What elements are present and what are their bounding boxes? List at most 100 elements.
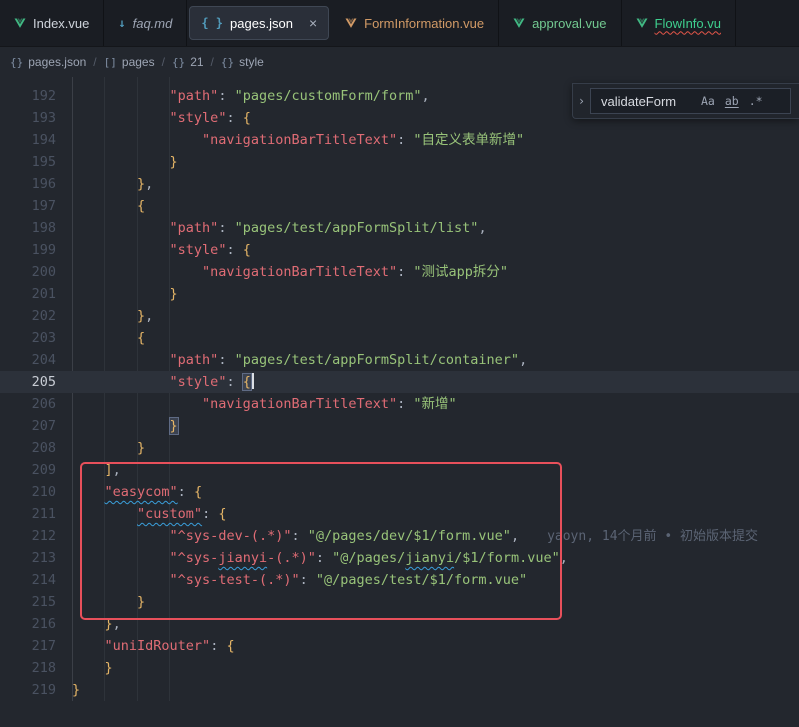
- line-number: 195: [0, 151, 56, 173]
- tab-approval-vue[interactable]: approval.vue: [499, 0, 621, 46]
- line-number: 206: [0, 393, 56, 415]
- toggle-replace-chevron-icon[interactable]: ›: [573, 94, 590, 108]
- code-text: "custom": {: [72, 503, 226, 525]
- code-text: },: [72, 613, 121, 635]
- code-text: "navigationBarTitleText": "自定义表单新增": [72, 129, 524, 151]
- line-number: 218: [0, 657, 56, 679]
- code-line-203[interactable]: 203 {: [0, 327, 799, 349]
- breadcrumb-item-21[interactable]: {} 21: [172, 55, 204, 69]
- code-line-198[interactable]: 198 "path": "pages/test/appFormSplit/lis…: [0, 217, 799, 239]
- tab-label: approval.vue: [532, 16, 606, 31]
- code-line-195[interactable]: 195 }: [0, 151, 799, 173]
- code-line-217[interactable]: 217 "uniIdRouter": {: [0, 635, 799, 657]
- match-case-icon[interactable]: Aa: [697, 92, 719, 110]
- tab-faq-md[interactable]: ↓ faq.md: [104, 0, 187, 46]
- code-line-216[interactable]: 216 },: [0, 613, 799, 635]
- line-number: 216: [0, 613, 56, 635]
- breadcrumb-label: 21: [190, 55, 203, 69]
- find-input-box: Aa ab .*: [590, 88, 791, 114]
- code-line-201[interactable]: 201 }: [0, 283, 799, 305]
- code-line-199[interactable]: 199 "style": {: [0, 239, 799, 261]
- vue-file-icon: [636, 17, 648, 29]
- line-number: 199: [0, 239, 56, 261]
- find-widget: › Aa ab .*: [572, 83, 799, 119]
- breadcrumb-separator: /: [93, 55, 96, 69]
- editor-pane[interactable]: 192 "path": "pages/customForm/form",193 …: [0, 77, 799, 727]
- symbol-icon: []: [104, 56, 117, 69]
- code-text: "style": {: [72, 371, 254, 393]
- symbol-icon: {}: [221, 56, 234, 69]
- code-text: {: [72, 195, 145, 217]
- code-text: }: [72, 415, 178, 437]
- tab-label: FlowInfo.vu: [655, 16, 721, 31]
- code-line-196[interactable]: 196 },: [0, 173, 799, 195]
- line-number: 196: [0, 173, 56, 195]
- code-line-205[interactable]: 205 "style": {: [0, 371, 799, 393]
- code-line-194[interactable]: 194 "navigationBarTitleText": "自定义表单新增": [0, 129, 799, 151]
- line-number: 198: [0, 217, 56, 239]
- code-line-207[interactable]: 207 }: [0, 415, 799, 437]
- code-text: "^sys-dev-(.*)": "@/pages/dev/$1/form.vu…: [72, 525, 758, 547]
- breadcrumb-label: pages.json: [28, 55, 86, 69]
- code-text: "navigationBarTitleText": "测试app拆分": [72, 261, 508, 283]
- code-line-218[interactable]: 218 }: [0, 657, 799, 679]
- code-line-214[interactable]: 214 "^sys-test-(.*)": "@/pages/test/$1/f…: [0, 569, 799, 591]
- breadcrumb: {}pages.json/[]pages/{}21/{}style: [0, 47, 799, 77]
- breadcrumb-item-pages-json[interactable]: {}pages.json: [10, 55, 86, 69]
- line-number: 202: [0, 305, 56, 327]
- find-input[interactable]: [599, 93, 695, 110]
- code-text: "navigationBarTitleText": "新增": [72, 393, 457, 415]
- line-number: 219: [0, 679, 56, 701]
- code-line-211[interactable]: 211 "custom": {: [0, 503, 799, 525]
- breadcrumb-item-pages[interactable]: []pages: [104, 55, 155, 69]
- code-line-206[interactable]: 206 "navigationBarTitleText": "新增": [0, 393, 799, 415]
- code-line-204[interactable]: 204 "path": "pages/test/appFormSplit/con…: [0, 349, 799, 371]
- code-area: 192 "path": "pages/customForm/form",193 …: [0, 77, 799, 701]
- text-cursor: [252, 373, 254, 389]
- tab-pages-json[interactable]: { }pages.json×: [189, 6, 329, 40]
- line-number: 205: [0, 371, 56, 393]
- code-line-210[interactable]: 210 "easycom": {: [0, 481, 799, 503]
- code-line-219[interactable]: 219}: [0, 679, 799, 701]
- code-text: },: [72, 305, 153, 327]
- line-number: 204: [0, 349, 56, 371]
- code-text: }: [72, 283, 178, 305]
- tab-forminformation-vue[interactable]: FormInformation.vue: [331, 0, 499, 46]
- line-number: 211: [0, 503, 56, 525]
- code-text: {: [72, 327, 145, 349]
- line-number: 217: [0, 635, 56, 657]
- code-line-209[interactable]: 209 ],: [0, 459, 799, 481]
- code-text: }: [72, 657, 113, 679]
- code-text: "uniIdRouter": {: [72, 635, 235, 657]
- regex-icon[interactable]: .*: [745, 92, 767, 110]
- code-text: }: [72, 437, 145, 459]
- code-line-208[interactable]: 208 }: [0, 437, 799, 459]
- code-line-215[interactable]: 215 }: [0, 591, 799, 613]
- code-line-213[interactable]: 213 "^sys-jianyi-(.*)": "@/pages/jianyi/…: [0, 547, 799, 569]
- vscode-window: Index.vue ↓ faq.md { } pages.json × FormInform…: [0, 0, 799, 726]
- breadcrumb-item-style[interactable]: {}style: [221, 55, 264, 69]
- code-text: "style": {: [72, 239, 251, 261]
- line-number: 212: [0, 525, 56, 547]
- close-icon[interactable]: ×: [309, 16, 317, 30]
- tab-label: FormInformation.vue: [364, 16, 484, 31]
- line-number: 215: [0, 591, 56, 613]
- symbol-icon: {}: [172, 56, 185, 69]
- code-line-202[interactable]: 202 },: [0, 305, 799, 327]
- tab-flowinfo-vu[interactable]: FlowInfo.vu: [622, 0, 736, 46]
- tab-bar: Index.vue↓faq.md{ }pages.json×FormInform…: [0, 0, 799, 47]
- line-number: 200: [0, 261, 56, 283]
- code-text: }: [72, 591, 145, 613]
- line-number: 197: [0, 195, 56, 217]
- code-line-197[interactable]: 197 {: [0, 195, 799, 217]
- tab-label: faq.md: [133, 16, 173, 31]
- markdown-file-icon: ↓: [118, 16, 125, 30]
- tab-label: pages.json: [230, 16, 293, 31]
- line-number: 194: [0, 129, 56, 151]
- whole-word-icon[interactable]: ab: [721, 92, 743, 110]
- tab-index-vue[interactable]: Index.vue: [0, 0, 104, 46]
- line-number: 208: [0, 437, 56, 459]
- line-number: 203: [0, 327, 56, 349]
- code-line-200[interactable]: 200 "navigationBarTitleText": "测试app拆分": [0, 261, 799, 283]
- code-line-212[interactable]: 212 "^sys-dev-(.*)": "@/pages/dev/$1/for…: [0, 525, 799, 547]
